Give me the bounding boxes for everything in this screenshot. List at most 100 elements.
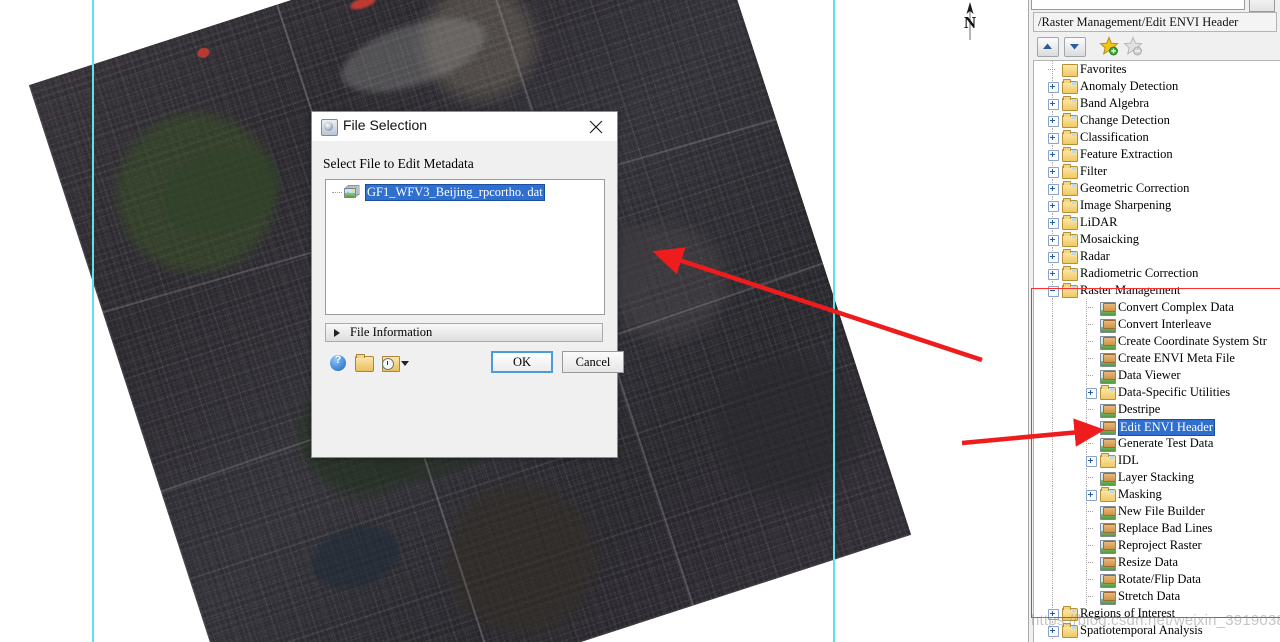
tool-icon [1100,539,1116,554]
toolbox-path-breadcrumb: /Raster Management/Edit ENVI Header [1033,12,1277,32]
tree-item-anomaly-detection[interactable]: Anomaly Detection [1034,78,1280,95]
tree-item-regions-of-interest[interactable]: Regions of Interest [1034,605,1280,622]
tree-item-radiometric-correction[interactable]: Radiometric Correction [1034,265,1280,282]
tree-item-idl[interactable]: IDL [1034,452,1280,469]
expand-toggle-icon[interactable] [1048,252,1059,263]
dialog-titlebar[interactable]: File Selection [312,112,617,141]
recent-files-icon[interactable] [382,356,400,372]
tree-item-label: Resize Data [1118,555,1179,569]
tree-item-label: Create Coordinate System Str [1118,334,1267,348]
expand-toggle-icon[interactable] [1048,82,1059,93]
folder-icon [1062,623,1078,638]
toolbox-panel[interactable]: /Raster Management/Edit ENVI Header Favo… [1028,0,1280,642]
tree-item-band-algebra[interactable]: Band Algebra [1034,95,1280,112]
recent-files-dropdown-caret[interactable] [401,361,409,366]
tree-item-replace-bad-lines[interactable]: Replace Bad Lines [1034,520,1280,537]
expand-toggle-icon[interactable] [1048,184,1059,195]
tree-item-label: Destripe [1118,402,1161,416]
expand-toggle-icon[interactable] [1048,201,1059,212]
cancel-button[interactable]: Cancel [562,351,624,373]
move-up-button[interactable] [1037,37,1059,57]
file-list[interactable]: GF1_WFV3_Beijing_rpcortho. dat [325,179,605,315]
expand-toggle-icon[interactable] [1048,626,1059,637]
collapse-toggle-icon[interactable] [1048,286,1059,297]
tree-guide-line [1052,537,1054,554]
toolbox-search-button[interactable] [1249,0,1275,12]
tree-item-image-sharpening[interactable]: Image Sharpening [1034,197,1280,214]
tree-item-convert-interleave[interactable]: Convert Interleave [1034,316,1280,333]
expand-toggle-icon[interactable] [1086,456,1097,467]
tree-item-label: Band Algebra [1080,96,1150,110]
tree-item-label: Masking [1118,487,1162,501]
file-selection-dialog[interactable]: File Selection Select File to Edit Metad… [311,111,624,458]
file-information-section[interactable]: File Information [325,323,603,342]
tree-item-new-file-builder[interactable]: New File Builder [1034,503,1280,520]
tree-item-resize-data[interactable]: Resize Data [1034,554,1280,571]
tree-item-destripe[interactable]: Destripe [1034,401,1280,418]
tree-item-edit-envi-header[interactable]: Edit ENVI Header [1034,418,1280,436]
tree-item-data-specific-utilities[interactable]: Data-Specific Utilities [1034,384,1280,401]
toolbox-tree[interactable]: Favorites Anomaly Detection Band Algebra Ch… [1033,60,1280,642]
folder-icon [1100,453,1116,468]
tree-item-create-coordinate-system-str[interactable]: Create Coordinate System Str [1034,333,1280,350]
toolbox-search-row[interactable] [1031,0,1279,12]
tree-item-masking[interactable]: Masking [1034,486,1280,503]
list-item[interactable]: GF1_WFV3_Beijing_rpcortho. dat [326,184,604,201]
expand-triangle-icon [334,329,340,337]
chevron-up-icon [1043,43,1052,49]
tool-icon [1100,471,1116,486]
tree-item-favorites[interactable]: Favorites [1034,61,1280,78]
favorites-folder-icon [1062,63,1078,77]
open-file-icon[interactable] [355,354,374,372]
tree-item-rotate-flip-data[interactable]: Rotate/Flip Data [1034,571,1280,588]
tree-item-mosaicking[interactable]: Mosaicking [1034,231,1280,248]
expand-toggle-icon[interactable] [1048,269,1059,280]
star-remove-icon[interactable] [1123,36,1143,56]
tree-item-label: Rotate/Flip Data [1118,572,1201,586]
expand-toggle-icon[interactable] [1086,388,1097,399]
tree-guide-line [1052,435,1054,452]
tree-item-lidar[interactable]: LiDAR [1034,214,1280,231]
help-icon[interactable]: ? [330,354,346,371]
star-add-icon[interactable] [1099,36,1119,56]
tree-item-stretch-data[interactable]: Stretch Data [1034,588,1280,605]
tree-item-layer-stacking[interactable]: Layer Stacking [1034,469,1280,486]
tree-item-feature-extraction[interactable]: Feature Extraction [1034,146,1280,163]
expand-toggle-icon[interactable] [1048,150,1059,161]
tree-item-change-detection[interactable]: Change Detection [1034,112,1280,129]
tree-guide-line [1052,367,1054,384]
close-button[interactable] [575,112,617,141]
tree-item-create-envi-meta-file[interactable]: Create ENVI Meta File [1034,350,1280,367]
folder-icon [1062,266,1078,281]
file-name[interactable]: GF1_WFV3_Beijing_rpcortho. dat [365,184,545,201]
tree-connector [1086,528,1093,530]
ok-button[interactable]: OK [491,351,553,373]
dialog-body: Select File to Edit Metadata GF1_WFV3_Be… [312,141,624,457]
tree-item-spatiotemporal-analysis[interactable]: Spatiotemporal Analysis [1034,622,1280,639]
tree-item-radar[interactable]: Radar [1034,248,1280,265]
folder-icon [1062,130,1078,145]
tree-item-reproject-raster[interactable]: Reproject Raster [1034,537,1280,554]
toolbox-toolbar[interactable] [1033,36,1277,60]
tool-icon [1100,318,1116,333]
tree-item-raster-management[interactable]: Raster Management [1034,282,1280,299]
tool-icon [1100,335,1116,350]
dialog-tool-icons[interactable]: ? [330,353,420,375]
expand-toggle-icon[interactable] [1048,609,1059,620]
expand-toggle-icon[interactable] [1086,490,1097,501]
expand-toggle-icon[interactable] [1048,133,1059,144]
tree-item-convert-complex-data[interactable]: Convert Complex Data [1034,299,1280,316]
expand-toggle-icon[interactable] [1048,235,1059,246]
tree-item-classification[interactable]: Classification [1034,129,1280,146]
move-down-button[interactable] [1064,37,1086,57]
tree-item-data-viewer[interactable]: Data Viewer [1034,367,1280,384]
tree-item-filter[interactable]: Filter [1034,163,1280,180]
tree-item-geometric-correction[interactable]: Geometric Correction [1034,180,1280,197]
tree-item-generate-test-data[interactable]: Generate Test Data [1034,435,1280,452]
toolbox-search-input[interactable] [1031,0,1245,10]
expand-toggle-icon[interactable] [1048,218,1059,229]
tree-item-label: Generate Test Data [1118,436,1214,450]
expand-toggle-icon[interactable] [1048,99,1059,110]
expand-toggle-icon[interactable] [1048,167,1059,178]
expand-toggle-icon[interactable] [1048,116,1059,127]
